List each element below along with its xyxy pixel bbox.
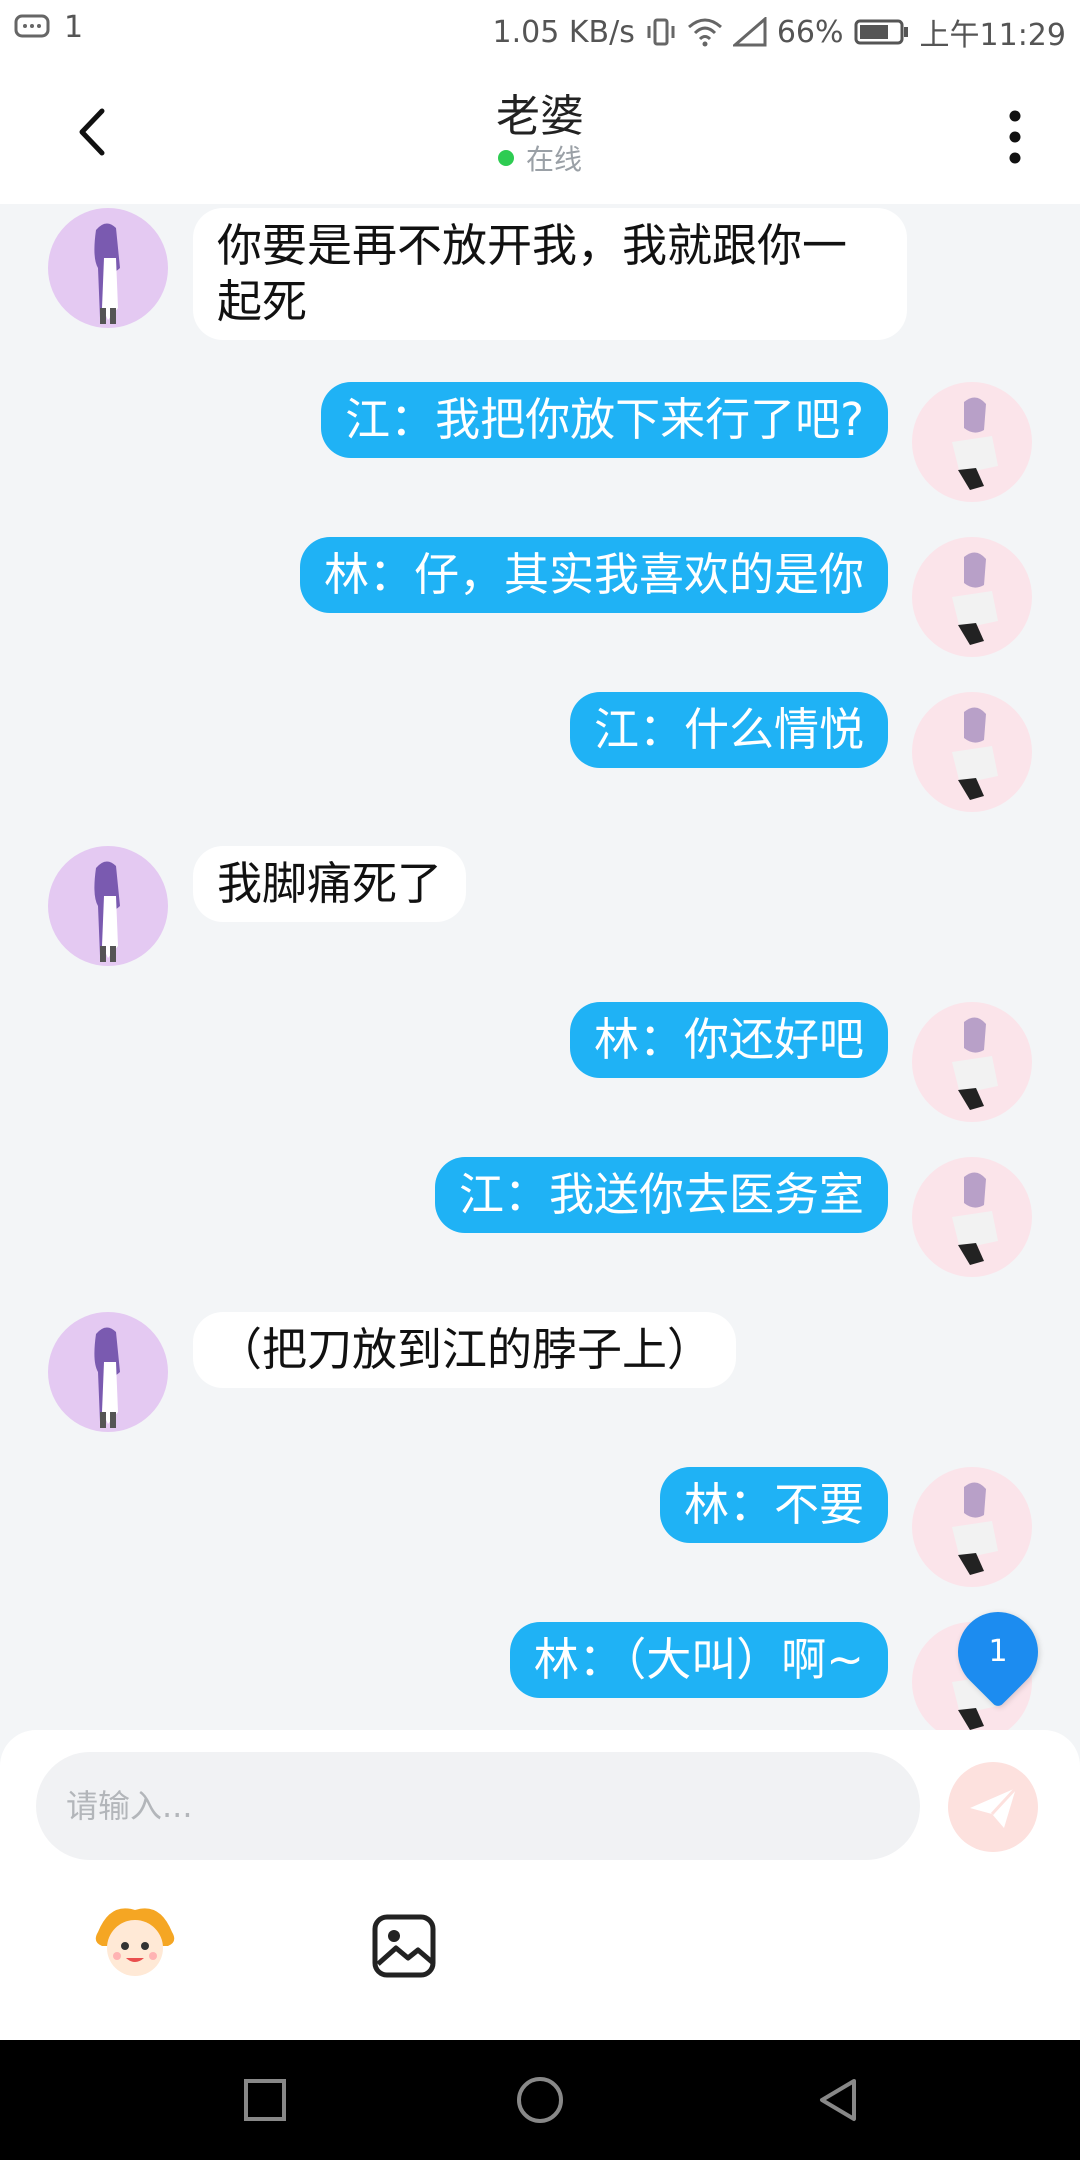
message-bubble-sent: 江：什么情悦 [569,692,888,768]
signal-icon [732,17,767,47]
user-avatar[interactable] [912,537,1032,657]
avatar-image [952,552,998,645]
user-avatar[interactable] [912,692,1032,812]
message-bubble-sent: 江：我送你去医务室 [434,1157,888,1233]
triangle-back-icon [820,2079,856,2121]
more-vertical-icon [1009,110,1021,164]
contact-avatar[interactable] [48,208,168,328]
user-avatar[interactable] [912,1002,1032,1122]
message-bubble-sent: 林：不要 [659,1467,888,1543]
user-avatar[interactable] [912,1157,1032,1277]
emoji-face-icon [95,1908,175,1976]
image-icon [372,1914,436,1978]
system-navigation-bar [0,2040,1080,2160]
message-bubble-received: 你要是再不放开我，我就跟你一起死 [193,208,907,340]
square-icon [244,2079,286,2121]
more-options-button[interactable] [990,102,1040,172]
circle-icon [517,2077,563,2123]
system-back-button[interactable] [812,2073,866,2127]
home-button[interactable] [513,2073,567,2127]
avatar-image [952,1017,998,1110]
contact-avatar[interactable] [48,846,168,966]
avatar-image [952,1172,998,1265]
clock: 上午11:29 [919,18,1066,53]
network-speed: 1.05 KB/s [492,14,635,50]
message-bubble-sent: 林：（大叫）啊~ [509,1622,888,1698]
battery-icon [854,19,908,45]
message-notification-icon [14,14,50,37]
message-bubble-received: （把刀放到江的脖子上） [193,1312,737,1388]
message-input[interactable] [36,1752,920,1860]
user-avatar[interactable] [912,1467,1032,1587]
wifi-icon [687,18,722,47]
input-panel [0,1730,1080,2040]
online-status-text: 在线 [525,143,582,176]
contact-avatar[interactable] [48,1312,168,1432]
unread-count: 1 [988,1634,1008,1669]
recent-apps-button[interactable] [238,2073,292,2127]
online-dot-icon [497,150,514,166]
message-bubble-sent: 林：你还好吧 [569,1002,888,1078]
unread-count-badge[interactable]: 1 [941,1595,1055,1709]
send-button[interactable] [948,1762,1038,1852]
image-picker-button[interactable] [372,1914,436,1978]
battery-percent: 66% [776,14,844,50]
chat-header: 老婆 在线 [0,62,1080,204]
avatar-image [952,707,998,800]
message-bubble-sent: 林：仔，其实我喜欢的是你 [299,537,888,613]
avatar-image [952,1482,998,1575]
notification-count: 1 [64,10,84,45]
message-list[interactable]: 你要是再不放开我，我就跟你一起死 江：我把你放下来行了吧? 林：仔，其实我喜欢的… [0,204,1080,1730]
online-status: 在线 [0,138,1080,178]
avatar-image [94,223,120,324]
vibrate-icon [647,18,675,46]
avatar-image [94,1327,120,1428]
status-bar: 1 1.05 KB/s 66% 上午11:29 [0,0,1080,62]
emoji-button[interactable] [90,1902,180,1982]
chat-title: 老婆 [496,91,584,142]
send-icon [970,1786,1018,1828]
avatar-image [952,397,998,490]
avatar-image [94,861,120,962]
message-bubble-received: 我脚痛死了 [193,846,467,922]
message-bubble-sent: 江：我把你放下来行了吧? [321,382,888,458]
user-avatar[interactable] [912,382,1032,502]
